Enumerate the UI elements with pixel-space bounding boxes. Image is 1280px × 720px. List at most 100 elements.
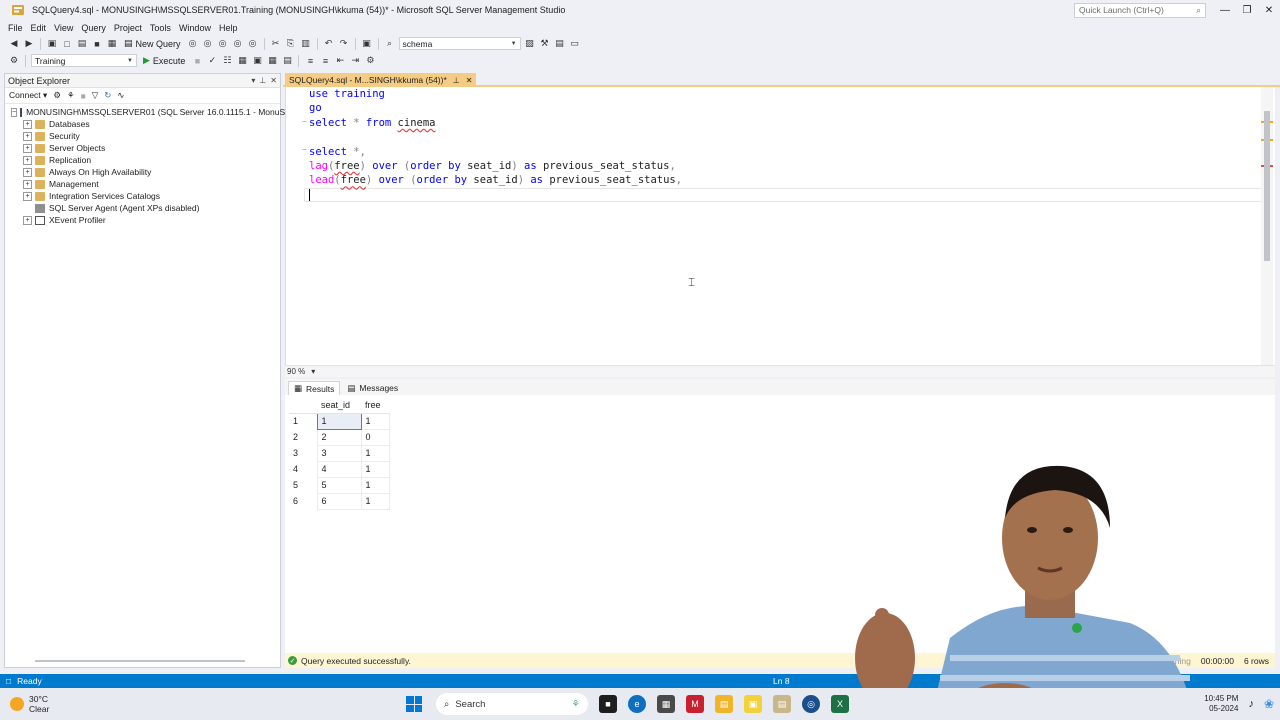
menu-file[interactable]: File (4, 23, 27, 33)
find-combo[interactable]: schema ▼ (398, 37, 521, 50)
menu-query[interactable]: Query (77, 23, 110, 33)
comment-icon[interactable]: ≡ (304, 55, 316, 67)
db-engine-query-icon[interactable]: ◎ (187, 38, 199, 50)
table-row[interactable]: 3 3 1 (289, 444, 390, 462)
find-icon[interactable]: ⌕ (384, 38, 396, 50)
fold-marker-icon[interactable]: − (302, 117, 307, 126)
copilot-icon[interactable]: ❀ (1264, 697, 1274, 711)
table-row[interactable]: 4 4 1 (289, 460, 390, 478)
open-file-icon[interactable]: ▤ (76, 38, 88, 50)
tab-messages[interactable]: ▤ Messages (342, 381, 403, 395)
back-icon[interactable]: ◀ (8, 38, 20, 50)
tree-node-replication[interactable]: + Replication (5, 154, 280, 166)
weather-widget[interactable]: 30°C Clear (10, 694, 390, 714)
expand-icon[interactable]: + (23, 191, 32, 201)
table-cell[interactable]: 6 (316, 492, 362, 510)
copy-icon[interactable]: ⎘ (285, 38, 297, 50)
expand-icon[interactable]: + (23, 119, 32, 129)
uncomment-icon[interactable]: ≡ (319, 55, 331, 67)
connect-dropdown[interactable]: Connect ▾ (9, 90, 47, 101)
panel-menu-icon[interactable]: ▾ (251, 76, 255, 85)
connect-icon[interactable]: ⚙ (53, 90, 61, 101)
redo-icon[interactable]: ↷ (338, 38, 350, 50)
expand-icon[interactable]: + (23, 215, 32, 225)
tree-node-server-objects[interactable]: + Server Objects (5, 142, 280, 154)
table-cell[interactable]: 5 (316, 476, 362, 494)
new-project-icon[interactable]: ▣ (46, 38, 58, 50)
dmx-query-icon[interactable]: ◎ (232, 38, 244, 50)
save-icon[interactable]: ■ (91, 38, 103, 50)
ssms-taskbar-icon[interactable]: ▤ (773, 695, 791, 713)
menu-project[interactable]: Project (110, 23, 146, 33)
mdx-query-icon[interactable]: ◎ (217, 38, 229, 50)
mcafee-icon[interactable]: M (686, 695, 704, 713)
menu-window[interactable]: Window (175, 23, 215, 33)
menu-view[interactable]: View (50, 23, 77, 33)
horizontal-scrollbar[interactable] (351, 370, 1261, 374)
tree-node-integration-services[interactable]: + Integration Services Catalogs (5, 190, 280, 202)
results-to-file-icon[interactable]: ▤ (281, 55, 293, 67)
tree-node-xevent-profiler[interactable]: + XEvent Profiler (5, 214, 280, 226)
table-row[interactable]: 6 6 1 (289, 492, 390, 510)
file-explorer-icon[interactable]: ▤ (715, 695, 733, 713)
menu-tools[interactable]: Tools (146, 23, 175, 33)
obs-icon[interactable]: ◎ (802, 695, 820, 713)
close-tab-icon[interactable]: ✕ (466, 76, 473, 85)
zoom-level[interactable]: 90 % (287, 367, 305, 376)
query-document-tab[interactable]: SQLQuery4.sql - M...SINGH\kkuma (54))* ⊥… (285, 73, 477, 87)
properties-icon[interactable]: ▨ (524, 38, 536, 50)
tree-node-security[interactable]: + Security (5, 130, 280, 142)
table-cell[interactable]: 1 (360, 492, 390, 510)
sql-editor[interactable]: − − use training go select * from cinema… (285, 87, 1275, 365)
xmla-query-icon[interactable]: ◎ (247, 38, 259, 50)
solution-icon[interactable]: ▣ (361, 38, 373, 50)
cut-icon[interactable]: ✂ (270, 38, 282, 50)
table-cell[interactable]: 1 (360, 444, 390, 462)
window-layout-icon[interactable]: ▭ (569, 38, 581, 50)
parse-icon[interactable]: ✓ (206, 55, 218, 67)
query-designer-icon[interactable]: ▦ (236, 55, 248, 67)
table-cell[interactable]: 1 (360, 412, 390, 430)
excel-icon[interactable]: X (831, 695, 849, 713)
collapse-icon[interactable]: − (11, 107, 18, 117)
tree-node-always-on[interactable]: + Always On High Availability (5, 166, 280, 178)
sticky-notes-icon[interactable]: ▣ (744, 695, 762, 713)
vertical-scrollbar[interactable] (1261, 87, 1273, 365)
tree-node-server[interactable]: − MONUSINGH\MSSQLSERVER01 (SQL Server 16… (5, 106, 304, 118)
close-icon[interactable]: ✕ (270, 76, 277, 85)
wrench-icon[interactable]: ⚒ (539, 38, 551, 50)
task-view-icon[interactable]: ■ (599, 695, 617, 713)
activity-monitor-icon[interactable]: ∿ (117, 90, 124, 101)
restore-button[interactable]: ❐ (1236, 1, 1258, 19)
toolbox-icon[interactable]: ▤ (554, 38, 566, 50)
expand-icon[interactable]: + (23, 167, 32, 177)
fold-marker-icon[interactable]: − (302, 145, 307, 154)
indent-icon[interactable]: ⇥ (349, 55, 361, 67)
intellisense-icon[interactable]: ▣ (251, 55, 263, 67)
paste-icon[interactable]: ▥ (300, 38, 312, 50)
column-header[interactable]: seat_id (317, 397, 361, 414)
undo-icon[interactable]: ↶ (323, 38, 335, 50)
expand-icon[interactable]: + (23, 155, 32, 165)
refresh-icon[interactable]: ↻ (104, 90, 111, 101)
column-header[interactable]: free (361, 397, 389, 414)
new-query-button[interactable]: ▤ New Query (121, 38, 184, 49)
table-row[interactable]: 1 1 1 (289, 412, 390, 430)
store-icon[interactable]: ▦ (657, 695, 675, 713)
expand-icon[interactable]: + (23, 131, 32, 141)
display-plan-icon[interactable]: ☷ (221, 55, 233, 67)
database-select[interactable]: Training ▼ (31, 54, 137, 67)
execute-button[interactable]: ▶ Execute (140, 55, 188, 66)
menu-help[interactable]: Help (215, 23, 242, 33)
outdent-icon[interactable]: ⇤ (334, 55, 346, 67)
add-item-icon[interactable]: □ (61, 38, 73, 50)
table-cell[interactable]: 1 (360, 476, 390, 494)
filter-icon[interactable]: ▽ (92, 90, 99, 101)
scrollbar-thumb[interactable] (1264, 111, 1270, 261)
tree-node-management[interactable]: + Management (5, 178, 280, 190)
save-all-icon[interactable]: ▦ (106, 38, 118, 50)
tree-node-databases[interactable]: + Databases (5, 118, 280, 130)
edge-icon[interactable]: e (628, 695, 646, 713)
table-cell[interactable]: 2 (316, 428, 362, 446)
chevron-down-icon[interactable]: ▾ (311, 367, 315, 376)
